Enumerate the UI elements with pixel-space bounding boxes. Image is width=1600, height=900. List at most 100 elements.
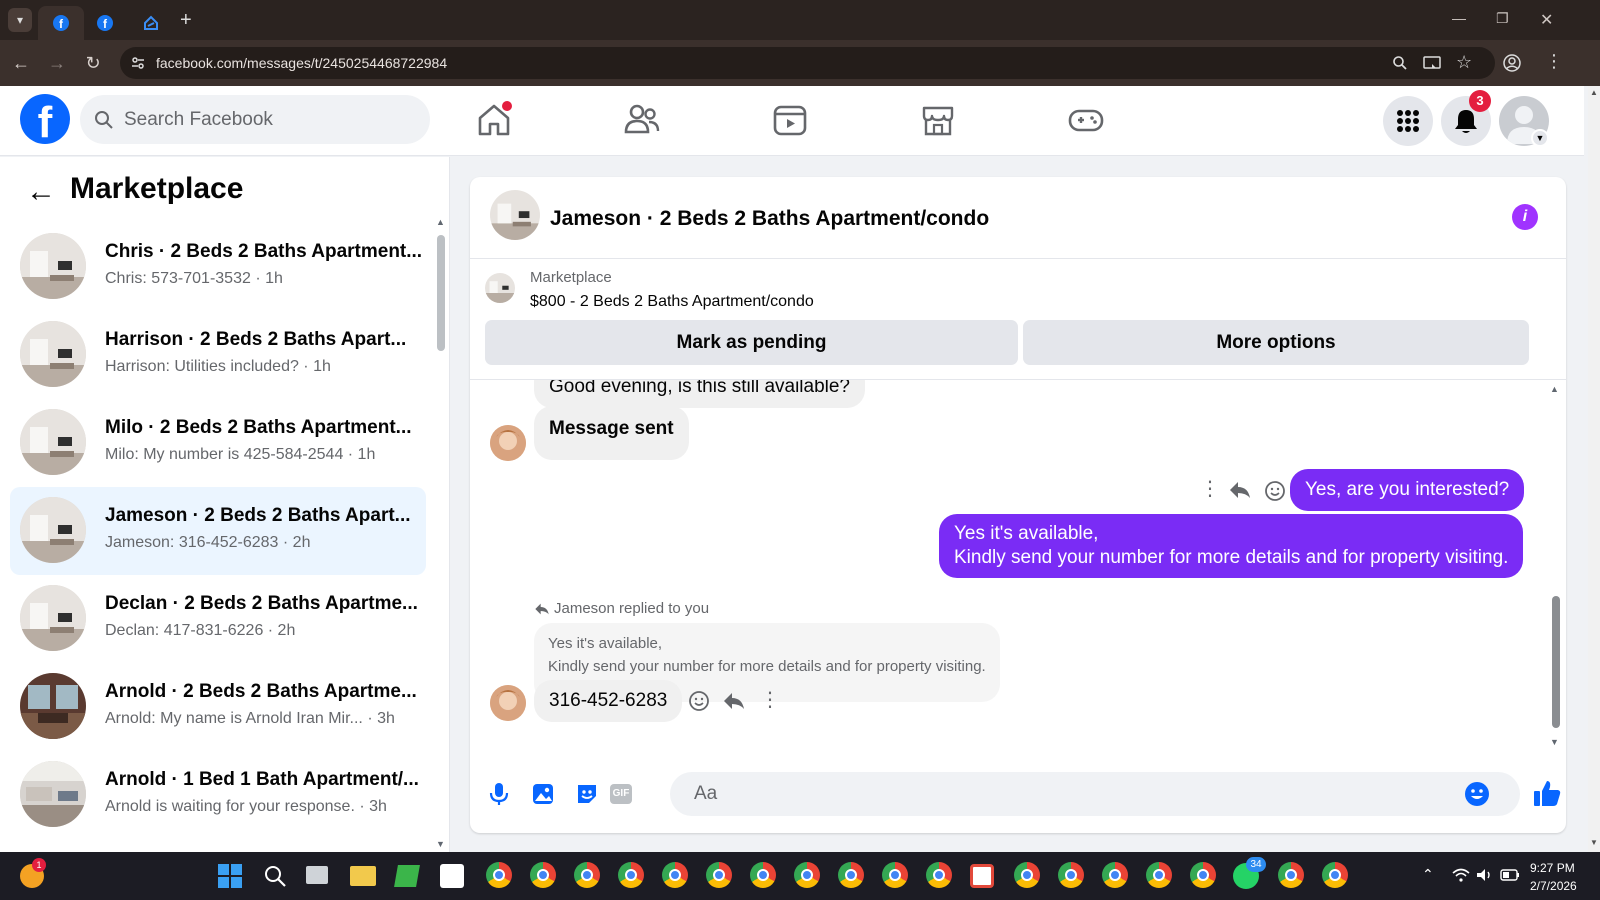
- browser-tab-facebook[interactable]: f: [82, 6, 128, 40]
- back-arrow-icon[interactable]: ←: [26, 177, 56, 207]
- listing-thumbnail: [20, 233, 86, 299]
- excel-like-app-icon[interactable]: [394, 865, 420, 887]
- back-arrow-icon[interactable]: ←: [10, 52, 32, 74]
- chrome-app-icon[interactable]: [1146, 862, 1172, 888]
- chrome-app-icon[interactable]: [486, 862, 512, 888]
- chrome-app-icon[interactable]: [1322, 862, 1348, 888]
- sidebar-scrollbar[interactable]: [437, 235, 445, 351]
- chrome-app-icon[interactable]: [618, 862, 644, 888]
- chrome-app-icon[interactable]: [794, 862, 820, 888]
- bookmark-star-icon[interactable]: ☆: [1456, 52, 1472, 73]
- page-scroll-down-icon[interactable]: ▼: [1590, 838, 1598, 847]
- page-scroll-up-icon[interactable]: ▲: [1590, 88, 1598, 97]
- chrome-app-icon[interactable]: [750, 862, 776, 888]
- clock-date[interactable]: 2/7/2026: [1530, 879, 1577, 893]
- sticker-icon[interactable]: [574, 781, 600, 807]
- reply-arrow-icon[interactable]: [722, 691, 746, 711]
- site-settings-icon[interactable]: [130, 55, 146, 71]
- profile-icon[interactable]: [1502, 53, 1522, 73]
- conversation-item-harrison[interactable]: Harrison · 2 Beds 2 Baths Apart... Harri…: [10, 311, 426, 399]
- minimize-window-button[interactable]: —: [1452, 10, 1466, 26]
- new-tab-button[interactable]: +: [180, 9, 192, 32]
- windows-start-icon[interactable]: [218, 864, 242, 888]
- microphone-icon[interactable]: [486, 781, 512, 807]
- chrome-app-icon[interactable]: [1278, 862, 1304, 888]
- browser-tab-facebook-messages[interactable]: f: [38, 6, 84, 40]
- address-bar[interactable]: facebook.com/messages/t/2450254468722984…: [120, 47, 1495, 79]
- file-explorer-icon[interactable]: [350, 866, 376, 886]
- tray-overflow-chevron-icon[interactable]: ⌃: [1422, 866, 1434, 883]
- mark-as-pending-button[interactable]: Mark as pending: [485, 320, 1018, 365]
- chrome-app-icon[interactable]: [530, 862, 556, 888]
- chrome-app-icon[interactable]: [838, 862, 864, 888]
- notifications-button[interactable]: 3: [1441, 90, 1491, 146]
- conversation-item-declan[interactable]: Declan · 2 Beds 2 Baths Apartme... Decla…: [10, 575, 426, 663]
- sidebar-scroll-down-icon[interactable]: ▼: [436, 839, 445, 849]
- conversation-item-arnold-1bed[interactable]: Arnold · 1 Bed 1 Bath Apartment/... Arno…: [10, 751, 426, 839]
- message-more-options-icon[interactable]: ⋮: [760, 687, 780, 712]
- more-options-button[interactable]: More options: [1023, 320, 1529, 365]
- sender-avatar: [490, 685, 526, 721]
- emoji-icon[interactable]: [1464, 781, 1490, 807]
- page-scrollbar[interactable]: ▲ ▼: [1588, 86, 1600, 852]
- restore-window-button[interactable]: ❐: [1496, 10, 1509, 27]
- info-icon[interactable]: i: [1512, 204, 1538, 230]
- chrome-app-icon[interactable]: [1058, 862, 1084, 888]
- message-input[interactable]: [694, 772, 1454, 816]
- search-input[interactable]: [124, 95, 414, 144]
- chat-title[interactable]: Jameson · 2 Beds 2 Baths Apartment/condo: [550, 207, 989, 231]
- home-icon[interactable]: [474, 100, 514, 140]
- chrome-app-icon[interactable]: [662, 862, 688, 888]
- react-smiley-icon[interactable]: [1264, 480, 1286, 502]
- chrome-app-icon[interactable]: [1014, 862, 1040, 888]
- zoom-icon[interactable]: [1392, 55, 1408, 71]
- thread-scroll-up-icon[interactable]: ▲: [1550, 384, 1559, 394]
- gaming-icon[interactable]: [1066, 100, 1106, 140]
- conversation-name: Declan · 2 Beds 2 Baths Apartme...: [105, 593, 418, 614]
- message-composer[interactable]: [670, 772, 1520, 816]
- chat-listing-avatar[interactable]: [490, 190, 540, 240]
- listing-title[interactable]: $800 - 2 Beds 2 Baths Apartment/condo: [530, 293, 814, 311]
- gif-icon[interactable]: GIF: [610, 784, 632, 804]
- facebook-logo-icon[interactable]: f: [20, 94, 70, 144]
- snipping-tool-icon[interactable]: [970, 864, 994, 888]
- photo-icon[interactable]: [530, 781, 556, 807]
- thread-scrollbar[interactable]: [1552, 596, 1560, 728]
- reply-arrow-icon[interactable]: [1228, 480, 1252, 500]
- chrome-app-icon[interactable]: [574, 862, 600, 888]
- task-view-icon[interactable]: [306, 866, 328, 884]
- conversation-item-chris[interactable]: Chris · 2 Beds 2 Baths Apartment... Chri…: [10, 223, 426, 311]
- chrome-app-icon[interactable]: [1102, 862, 1128, 888]
- conversation-item-jameson[interactable]: Jameson · 2 Beds 2 Baths Apart... Jameso…: [10, 487, 426, 575]
- cast-icon[interactable]: [1423, 55, 1441, 71]
- store-app-icon[interactable]: [440, 864, 464, 888]
- browser-tab-zillow[interactable]: [128, 6, 174, 40]
- account-chevron-down-icon[interactable]: ▼: [1531, 129, 1549, 147]
- wifi-icon[interactable]: [1452, 868, 1470, 882]
- thumbs-up-icon[interactable]: [1532, 778, 1562, 808]
- chrome-app-icon[interactable]: [926, 862, 952, 888]
- conversation-item-milo[interactable]: Milo · 2 Beds 2 Baths Apartment... Milo:…: [10, 399, 426, 487]
- video-icon[interactable]: [770, 100, 810, 140]
- reload-icon[interactable]: ↻: [82, 52, 104, 74]
- forward-arrow-icon[interactable]: →: [46, 52, 68, 74]
- close-window-button[interactable]: ✕: [1540, 10, 1553, 30]
- tab-search-dropdown-icon[interactable]: ▾: [8, 8, 32, 32]
- search-box[interactable]: [80, 95, 430, 144]
- marketplace-icon[interactable]: [918, 100, 958, 140]
- sidebar-scroll-up-icon[interactable]: ▲: [436, 217, 445, 227]
- volume-icon[interactable]: [1476, 868, 1494, 882]
- taskbar-search-icon[interactable]: [263, 864, 287, 888]
- friends-icon[interactable]: [622, 100, 662, 140]
- chrome-app-icon[interactable]: [706, 862, 732, 888]
- menu-button[interactable]: [1383, 96, 1433, 146]
- chrome-app-icon[interactable]: [1190, 862, 1216, 888]
- chrome-app-icon[interactable]: [882, 862, 908, 888]
- message-more-options-icon[interactable]: ⋮: [1200, 476, 1220, 501]
- clock-time[interactable]: 9:27 PM: [1530, 861, 1575, 875]
- react-smiley-icon[interactable]: [688, 690, 710, 712]
- battery-icon[interactable]: [1500, 869, 1520, 881]
- conversation-item-arnold[interactable]: Arnold · 2 Beds 2 Baths Apartme... Arnol…: [10, 663, 426, 751]
- browser-menu-icon[interactable]: ⋮: [1545, 51, 1563, 72]
- thread-scroll-down-icon[interactable]: ▼: [1550, 737, 1559, 747]
